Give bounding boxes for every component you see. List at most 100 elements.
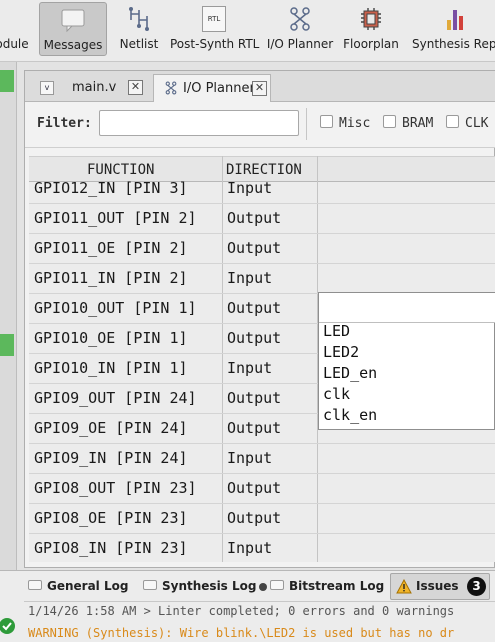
toolbar-label: Floorplan bbox=[343, 37, 399, 51]
io-planner-icon bbox=[290, 7, 310, 31]
misc-checkbox[interactable] bbox=[320, 115, 333, 128]
direction-cell: Input bbox=[227, 179, 273, 197]
dropdown-option[interactable]: clk_en bbox=[323, 406, 377, 424]
table-row[interactable]: GPIO9_IN [PIN 24] Input bbox=[29, 444, 495, 474]
function-cell: GPIO8_IN [PIN 23] bbox=[34, 539, 188, 557]
close-icon[interactable]: ✕ bbox=[252, 81, 267, 96]
dropdown-option[interactable]: LED2 bbox=[323, 343, 359, 361]
direction-cell: Output bbox=[227, 329, 282, 347]
tab-label: main.v bbox=[72, 80, 117, 95]
function-cell: GPIO11_IN [PIN 2] bbox=[34, 269, 188, 287]
toolbar-io-planner-button[interactable]: I/O Planner bbox=[266, 2, 334, 56]
filter-divider bbox=[306, 108, 307, 140]
toolbar-netlist-button[interactable]: Netlist bbox=[117, 2, 161, 56]
netlist-icon bbox=[129, 7, 149, 31]
misc-checkbox-label: Misc bbox=[339, 116, 371, 131]
dropdown-option[interactable]: LED_en bbox=[323, 364, 377, 382]
verilog-file-icon: v bbox=[40, 81, 54, 95]
bottom-log-panel: General Log Synthesis Log Bitstream Log … bbox=[0, 570, 495, 642]
toolbar-synthesis-report-button[interactable]: Synthesis Repo bbox=[410, 2, 495, 56]
dropdown-option[interactable]: clk bbox=[323, 385, 350, 403]
tab-issues[interactable]: Issues 3 bbox=[390, 573, 490, 600]
direction-cell: Output bbox=[227, 389, 282, 407]
signal-dropdown-value[interactable] bbox=[319, 293, 495, 323]
table-row[interactable]: GPIO11_OUT [PIN 2] Output bbox=[29, 204, 495, 234]
function-cell: GPIO12_IN [PIN 3] bbox=[34, 179, 188, 197]
clk-checkbox-label: CLK bbox=[465, 116, 489, 131]
direction-cell: Input bbox=[227, 269, 273, 287]
log-line: 1/14/26 1:58 AM > Linter completed; 0 er… bbox=[28, 604, 455, 618]
function-cell: GPIO9_OUT [PIN 24] bbox=[34, 389, 197, 407]
tab-label: General Log bbox=[47, 579, 129, 593]
toolbar-label: Netlist bbox=[119, 37, 159, 51]
direction-cell: Output bbox=[227, 419, 282, 437]
toolbar-floorplan-button[interactable]: Floorplan bbox=[343, 2, 399, 56]
toolbar-label: Post-Synth RTL bbox=[170, 37, 260, 51]
bar-chart-icon bbox=[447, 10, 463, 30]
tab-bitstream-log[interactable]: Bitstream Log bbox=[270, 574, 385, 599]
function-cell: GPIO10_OE [PIN 1] bbox=[34, 329, 188, 347]
rtl-icon-text: RTL bbox=[207, 15, 221, 23]
function-cell: GPIO11_OUT [PIN 2] bbox=[34, 209, 197, 227]
function-cell: GPIO9_OE [PIN 24] bbox=[34, 419, 188, 437]
function-cell: GPIO8_OUT [PIN 23] bbox=[34, 479, 197, 497]
dropdown-option[interactable]: LED bbox=[323, 322, 350, 340]
direction-cell: Input bbox=[227, 539, 273, 557]
filter-input[interactable] bbox=[99, 110, 299, 136]
tab-general-log[interactable]: General Log bbox=[28, 574, 138, 599]
toolbar-label: Synthesis Repo bbox=[412, 37, 495, 51]
table-row[interactable]: GPIO8_IN [PIN 23] Input bbox=[29, 534, 495, 562]
direction-cell: Output bbox=[227, 509, 282, 527]
toolbar-label: Messages bbox=[43, 38, 103, 52]
toolbar-post-synth-rtl-button[interactable]: RTL Post-Synth RTL bbox=[170, 2, 260, 56]
toolbar-label: I/O Planner bbox=[266, 37, 334, 51]
close-icon[interactable]: ✕ bbox=[128, 80, 143, 95]
toolbar-label: odule bbox=[0, 37, 29, 51]
tab-synthesis-log[interactable]: Synthesis Log bbox=[143, 574, 268, 599]
log-divider bbox=[24, 601, 495, 602]
tab-main-v[interactable]: v main.v ✕ bbox=[30, 74, 152, 102]
direction-cell: Output bbox=[227, 299, 282, 317]
function-cell: GPIO9_IN [PIN 24] bbox=[34, 449, 188, 467]
rtl-icon: RTL bbox=[202, 6, 226, 32]
function-cell: GPIO10_IN [PIN 1] bbox=[34, 359, 188, 377]
table-row[interactable]: GPIO8_OE [PIN 23] Output bbox=[29, 504, 495, 534]
left-panel-marker bbox=[0, 334, 14, 356]
left-panel-edge bbox=[0, 62, 17, 572]
signal-dropdown[interactable]: LED LED2 LED_en clk clk_en bbox=[318, 292, 495, 430]
issues-count-badge: 3 bbox=[467, 577, 486, 596]
function-cell: GPIO10_OUT [PIN 1] bbox=[34, 299, 197, 317]
function-cell: GPIO11_OE [PIN 2] bbox=[34, 239, 188, 257]
unsaved-dot-icon bbox=[259, 582, 268, 591]
log-icon bbox=[143, 580, 157, 590]
editor-tab-bar: v main.v ✕ I/O Planner ✕ bbox=[25, 71, 495, 103]
function-cell: GPIO8_OE [PIN 23] bbox=[34, 509, 188, 527]
table-row[interactable]: GPIO8_OUT [PIN 23] Output bbox=[29, 474, 495, 504]
table-row[interactable]: GPIO12_IN [PIN 3] Input bbox=[29, 174, 495, 204]
io-planner-icon bbox=[165, 81, 177, 95]
toolbar-module-button[interactable]: odule bbox=[0, 2, 30, 56]
direction-cell: Input bbox=[227, 359, 273, 377]
left-panel-marker bbox=[0, 70, 14, 92]
filter-bar: Filter: Misc BRAM CLK bbox=[25, 102, 495, 148]
direction-cell: Output bbox=[227, 479, 282, 497]
direction-cell: Input bbox=[227, 449, 273, 467]
tab-io-planner[interactable]: I/O Planner ✕ bbox=[153, 74, 271, 103]
direction-cell: Output bbox=[227, 239, 282, 257]
bram-checkbox-label: BRAM bbox=[402, 116, 434, 131]
log-line-warning: WARNING (Synthesis): Wire blink.\LED2 is… bbox=[28, 626, 455, 640]
toolbar-messages-button[interactable]: Messages bbox=[39, 2, 107, 56]
chip-icon bbox=[361, 8, 381, 30]
main-toolbar: odule Messages Netlist RTL Post-Synth RT… bbox=[0, 0, 495, 62]
table-row[interactable]: GPIO11_IN [PIN 2] Input bbox=[29, 264, 495, 294]
tab-label: I/O Planner bbox=[183, 81, 255, 96]
filter-label: Filter: bbox=[37, 116, 92, 131]
table-row[interactable]: GPIO11_OE [PIN 2] Output bbox=[29, 234, 495, 264]
warning-icon bbox=[396, 579, 412, 594]
tab-label: Synthesis Log bbox=[162, 579, 257, 593]
messages-icon bbox=[61, 9, 85, 33]
log-icon bbox=[270, 580, 284, 590]
direction-cell: Output bbox=[227, 209, 282, 227]
bram-checkbox[interactable] bbox=[383, 115, 396, 128]
clk-checkbox[interactable] bbox=[446, 115, 459, 128]
